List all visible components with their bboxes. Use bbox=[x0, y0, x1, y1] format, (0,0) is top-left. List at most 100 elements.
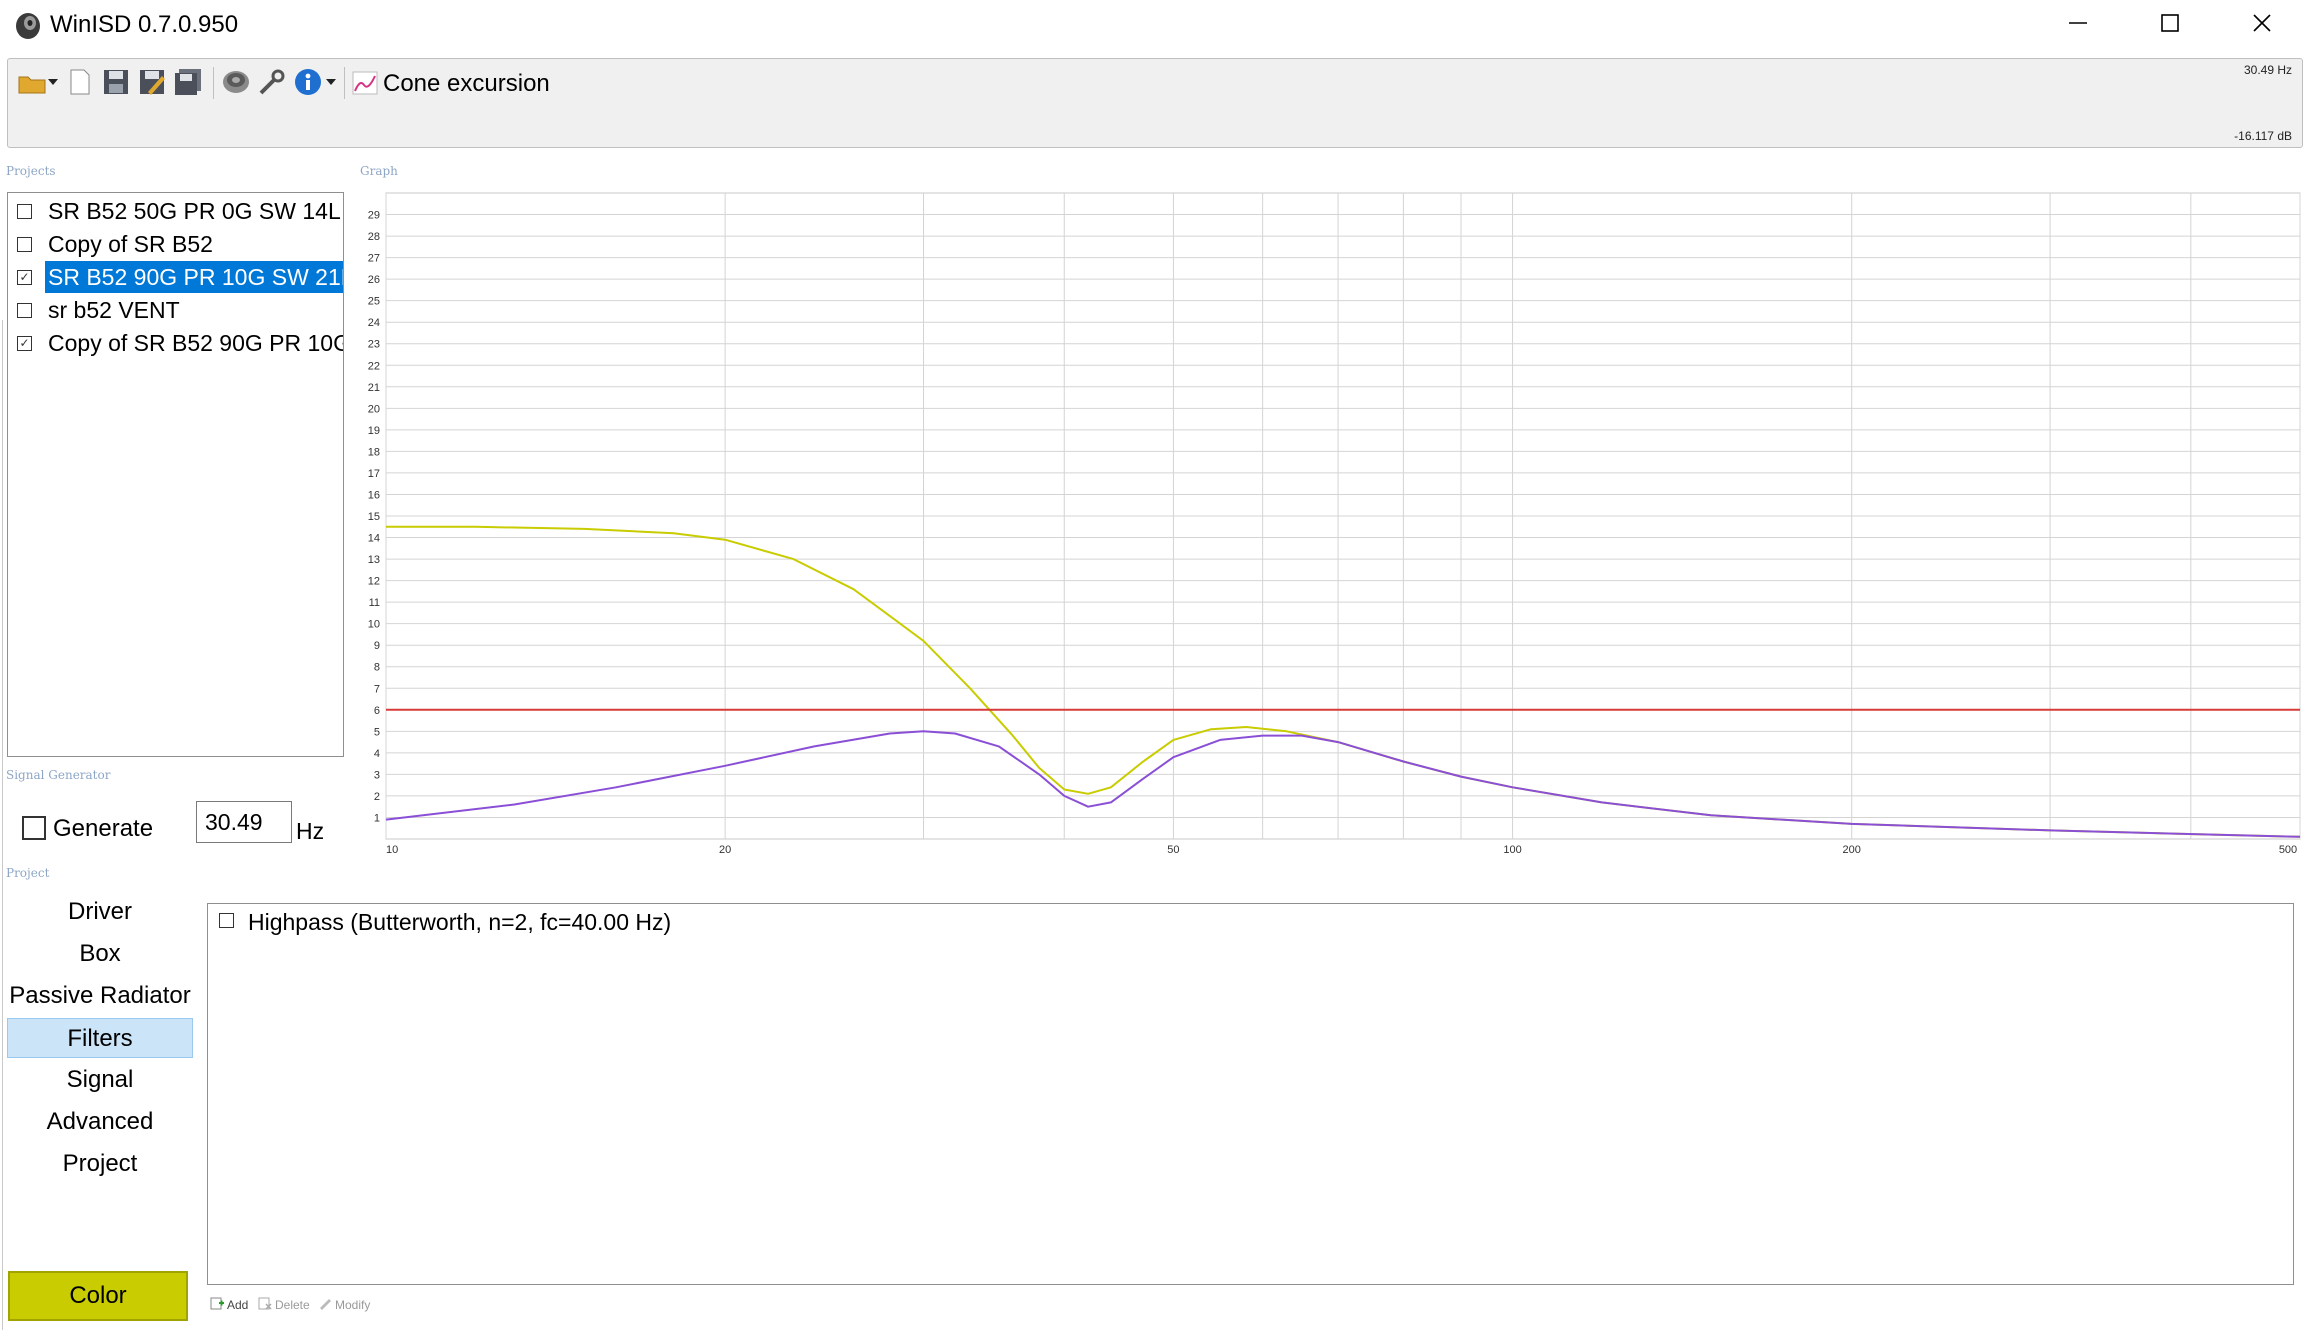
filters-list[interactable]: Highpass (Butterworth, n=2, fc=40.00 Hz) bbox=[207, 903, 2294, 1285]
projects-section-label: Projects bbox=[6, 164, 56, 178]
add-icon bbox=[210, 1296, 224, 1313]
tools-icon[interactable] bbox=[256, 65, 288, 99]
project-item[interactable]: ✓ Copy of SR B52 90G PR 10G bbox=[8, 327, 343, 359]
y-tick-label: 11 bbox=[369, 597, 380, 609]
nav-item-signal[interactable]: Signal bbox=[7, 1060, 193, 1100]
signal-generator-section-label: Signal Generator bbox=[6, 768, 111, 782]
project-item[interactable]: ✓ SR B52 90G PR 10G SW 21L bbox=[8, 261, 343, 293]
project-checkbox[interactable]: ✓ bbox=[17, 336, 32, 351]
x-tick-label: 200 bbox=[1843, 844, 1861, 856]
delete-icon bbox=[258, 1296, 272, 1313]
project-item[interactable]: sr b52 VENT bbox=[8, 294, 343, 326]
cone-excursion-graph[interactable]: 1234567891011121314151617181920212223242… bbox=[352, 190, 2302, 865]
modify-label: Modify bbox=[335, 1297, 371, 1312]
info-icon[interactable] bbox=[292, 65, 324, 99]
filter-item-label[interactable]: Highpass (Butterworth, n=2, fc=40.00 Hz) bbox=[248, 908, 671, 936]
app-logo-icon bbox=[14, 10, 42, 40]
project-section-label: Project bbox=[6, 866, 50, 880]
modify-icon bbox=[318, 1296, 332, 1313]
project-item-label: SR B52 50G PR 0G SW 14L E bbox=[48, 198, 344, 224]
x-tick-label: 10 bbox=[386, 844, 398, 856]
title-bar: WinISD 0.7.0.950 bbox=[0, 0, 2308, 52]
project-item-label: Copy of SR B52 bbox=[48, 231, 213, 257]
minimize-icon bbox=[2067, 12, 2089, 39]
y-tick-label: 10 bbox=[368, 619, 380, 631]
filter-checkbox[interactable] bbox=[219, 913, 234, 928]
y-tick-label: 24 bbox=[368, 317, 380, 329]
y-tick-label: 28 bbox=[368, 231, 380, 243]
y-tick-label: 12 bbox=[368, 576, 380, 588]
generate-label: Generate bbox=[53, 815, 154, 842]
y-tick-label: 8 bbox=[374, 662, 380, 674]
save-all-icon[interactable] bbox=[172, 65, 204, 99]
y-tick-label: 7 bbox=[374, 683, 380, 695]
frequency-input[interactable] bbox=[196, 801, 292, 843]
panel-divider bbox=[2, 320, 3, 1330]
project-checkbox[interactable]: ✓ bbox=[17, 270, 32, 285]
toolbar-separator bbox=[213, 67, 214, 99]
dropdown-arrow-icon[interactable] bbox=[46, 65, 60, 99]
project-checkbox[interactable] bbox=[17, 237, 32, 252]
frequency-unit-label: Hz bbox=[296, 818, 325, 844]
y-tick-label: 26 bbox=[368, 274, 380, 286]
y-tick-label: 23 bbox=[368, 339, 380, 351]
y-tick-label: 20 bbox=[368, 403, 380, 415]
y-tick-label: 16 bbox=[368, 489, 380, 501]
y-tick-label: 9 bbox=[374, 640, 380, 652]
driver-editor-icon[interactable] bbox=[220, 65, 252, 99]
x-tick-label: 20 bbox=[719, 844, 731, 856]
y-tick-label: 1 bbox=[374, 812, 380, 824]
project-item[interactable]: Copy of SR B52 bbox=[8, 228, 343, 260]
add-filter-button[interactable]: Add bbox=[210, 1296, 248, 1313]
nav-item-project[interactable]: Project bbox=[7, 1144, 193, 1184]
new-file-icon[interactable] bbox=[64, 65, 96, 99]
y-tick-label: 15 bbox=[368, 511, 380, 523]
y-tick-label: 3 bbox=[374, 769, 380, 781]
generate-checkbox[interactable] bbox=[22, 816, 46, 840]
cursor-frequency-readout: 30.49 Hz bbox=[2243, 63, 2292, 77]
y-tick-label: 19 bbox=[368, 425, 380, 437]
view-selector-label[interactable]: Cone excursion bbox=[383, 69, 550, 99]
window-title: WinISD 0.7.0.950 bbox=[50, 11, 239, 38]
chart-icon[interactable] bbox=[351, 69, 379, 97]
add-label: Add bbox=[227, 1297, 249, 1312]
project-item-label: SR B52 90G PR 10G SW 21L bbox=[45, 261, 343, 293]
dropdown-arrow-icon[interactable] bbox=[324, 65, 338, 99]
nav-item-passive-radiator[interactable]: Passive Radiator bbox=[7, 976, 193, 1016]
maximize-icon bbox=[2159, 12, 2181, 39]
y-tick-label: 14 bbox=[368, 533, 380, 545]
y-tick-label: 22 bbox=[368, 360, 380, 372]
project-item-label: sr b52 VENT bbox=[48, 297, 180, 323]
nav-item-box[interactable]: Box bbox=[7, 934, 193, 974]
toolbar-separator bbox=[344, 67, 345, 99]
open-folder-icon[interactable] bbox=[16, 65, 48, 99]
minimize-button[interactable] bbox=[2032, 0, 2124, 50]
x-tick-label: 500 bbox=[2279, 844, 2297, 856]
maximize-button[interactable] bbox=[2124, 0, 2216, 50]
y-tick-label: 5 bbox=[374, 726, 380, 738]
y-tick-label: 27 bbox=[368, 253, 380, 265]
project-checkbox[interactable] bbox=[17, 204, 32, 219]
save-as-icon[interactable] bbox=[136, 65, 168, 99]
modify-filter-button[interactable]: Modify bbox=[318, 1296, 370, 1313]
nav-item-advanced[interactable]: Advanced bbox=[7, 1102, 193, 1142]
project-checkbox[interactable] bbox=[17, 303, 32, 318]
y-tick-label: 4 bbox=[374, 748, 380, 760]
y-tick-label: 2 bbox=[374, 791, 380, 803]
save-icon[interactable] bbox=[100, 65, 132, 99]
nav-item-driver[interactable]: Driver bbox=[7, 892, 193, 932]
graph-section-label: Graph bbox=[360, 164, 398, 178]
projects-list[interactable]: SR B52 50G PR 0G SW 14L E Copy of SR B52… bbox=[7, 192, 344, 757]
y-tick-label: 6 bbox=[374, 705, 380, 717]
cursor-level-readout: -16.117 dB bbox=[2234, 129, 2292, 143]
project-item[interactable]: SR B52 50G PR 0G SW 14L E bbox=[8, 195, 343, 227]
delete-filter-button[interactable]: Delete bbox=[258, 1296, 310, 1313]
project-item-label: Copy of SR B52 90G PR 10G bbox=[48, 330, 344, 356]
nav-item-filters[interactable]: Filters bbox=[7, 1018, 193, 1058]
y-tick-label: 13 bbox=[368, 554, 380, 566]
color-button[interactable]: Color bbox=[8, 1271, 188, 1321]
close-button[interactable] bbox=[2216, 0, 2308, 50]
y-tick-label: 17 bbox=[368, 468, 380, 480]
y-tick-label: 29 bbox=[368, 210, 380, 222]
y-tick-label: 18 bbox=[368, 446, 380, 458]
